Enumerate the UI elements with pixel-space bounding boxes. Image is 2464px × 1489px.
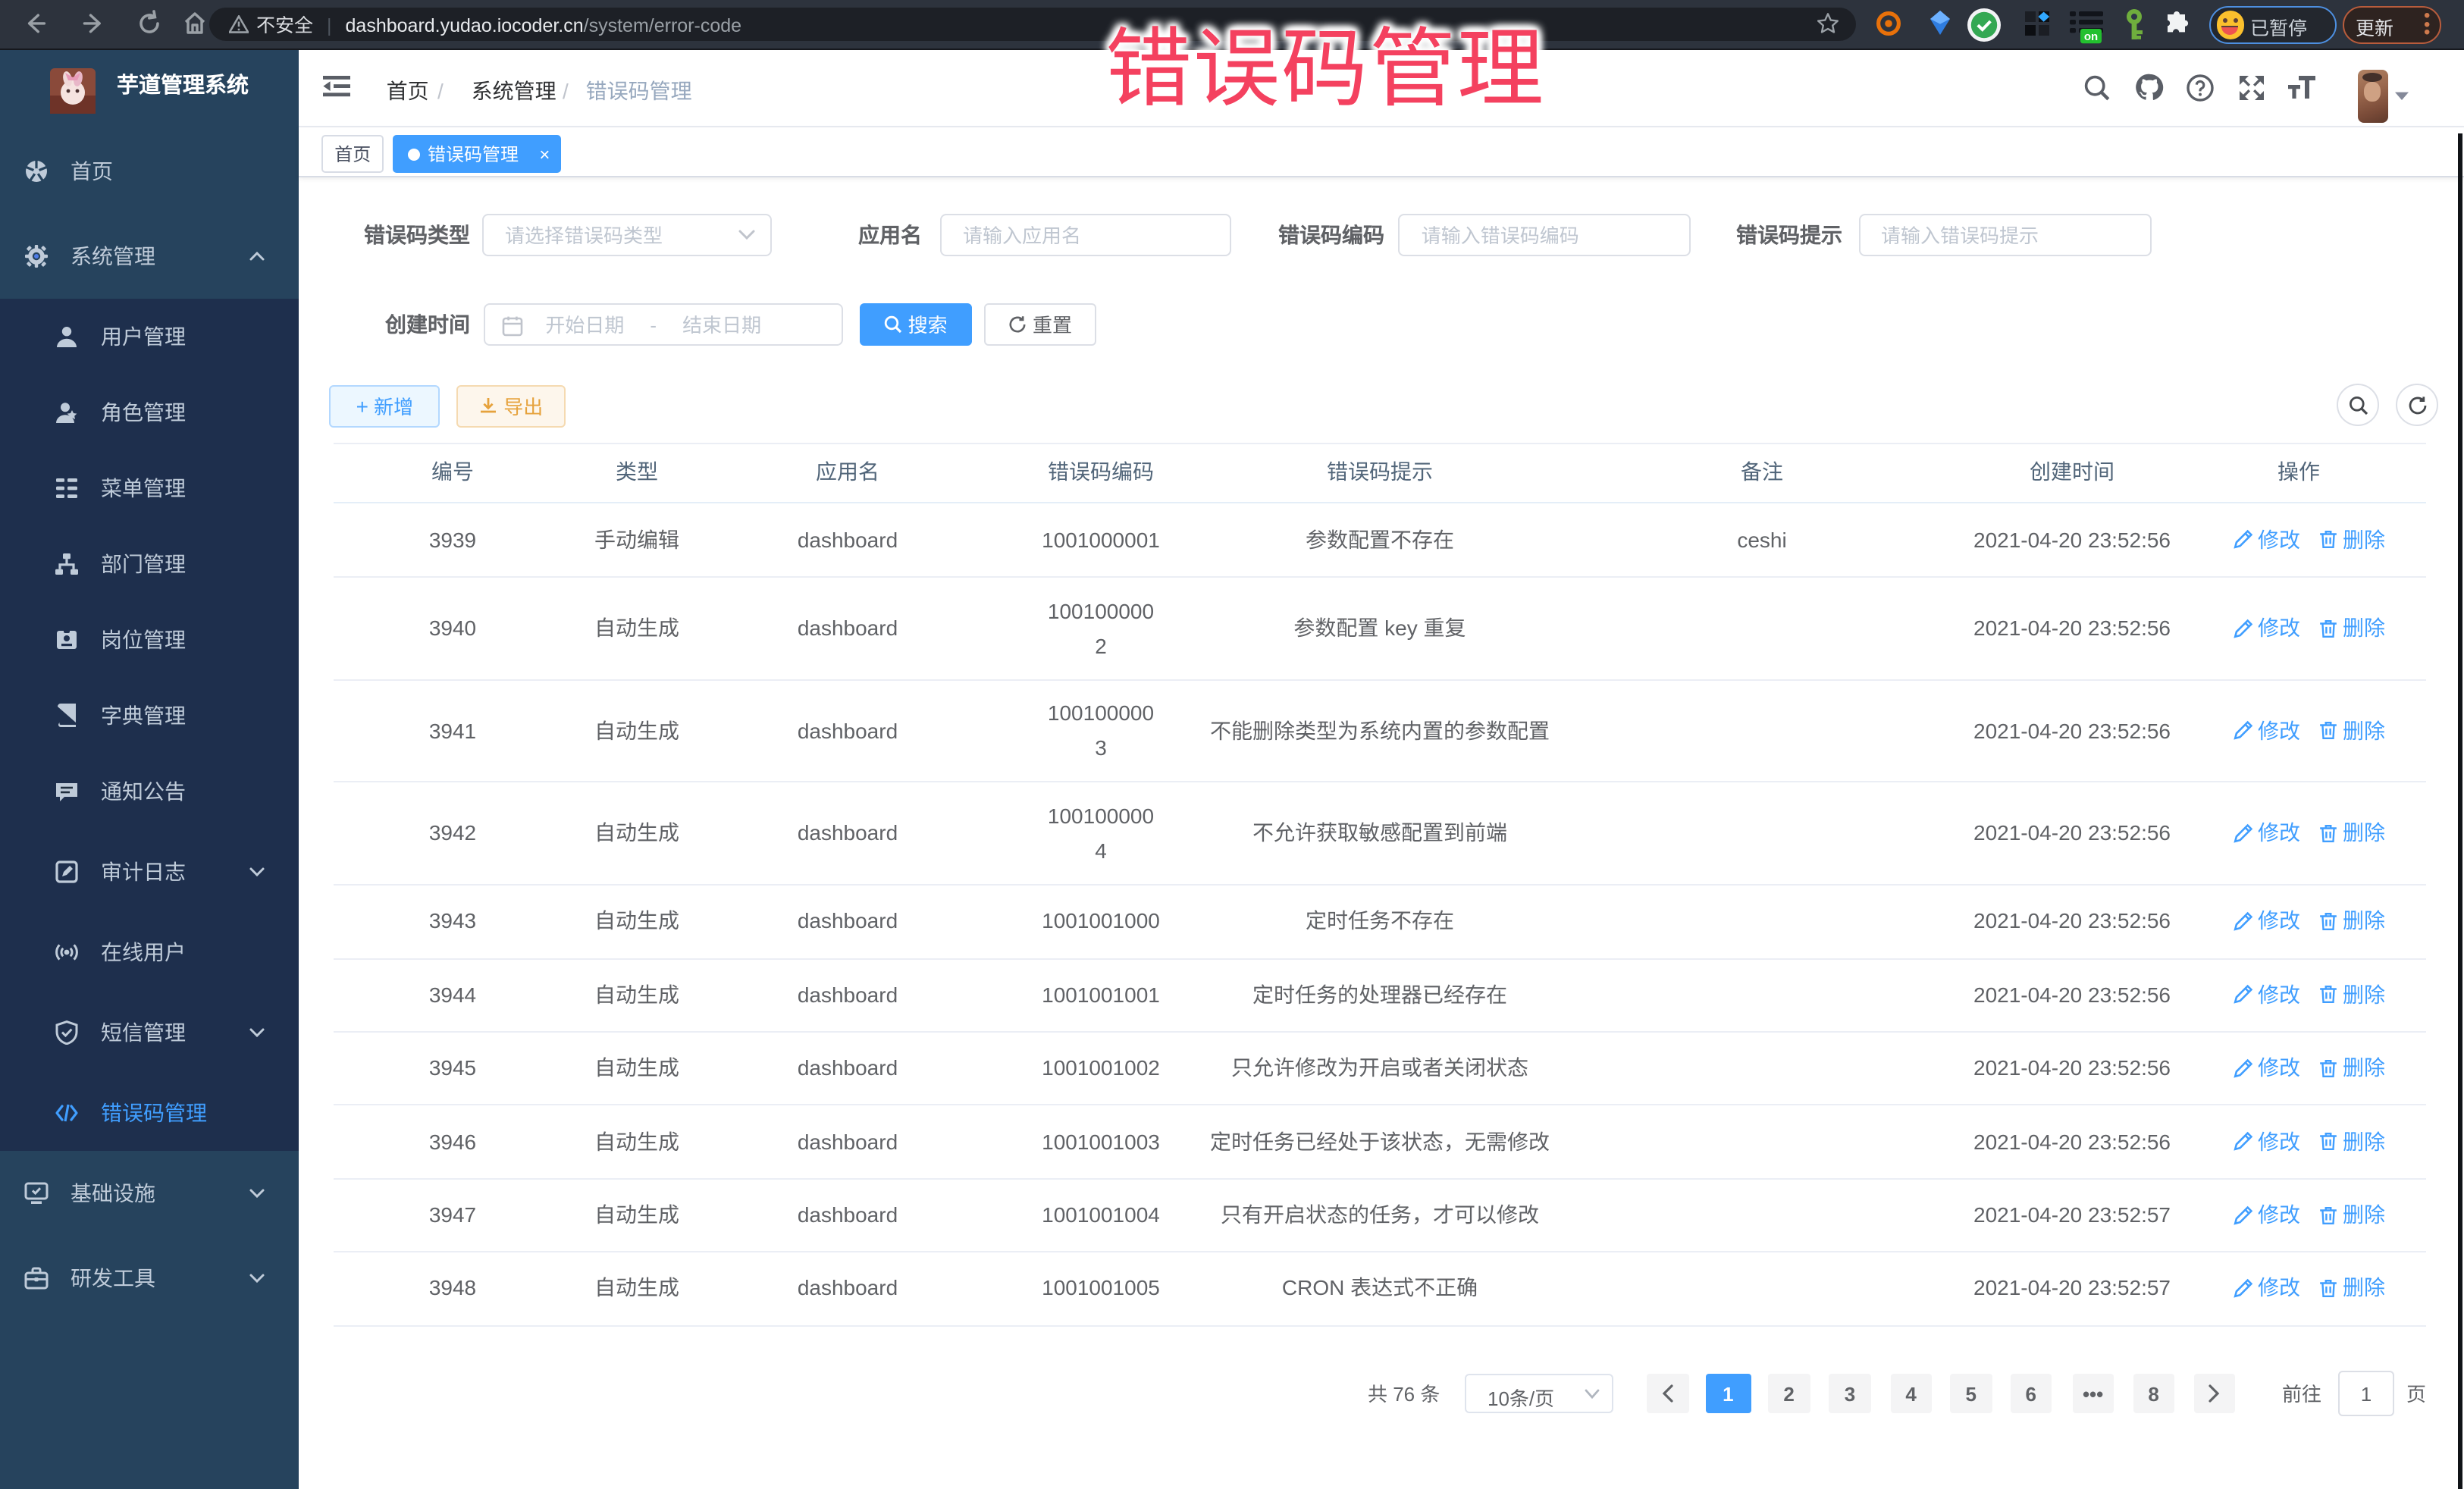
- svg-text:on: on: [2084, 30, 2098, 43]
